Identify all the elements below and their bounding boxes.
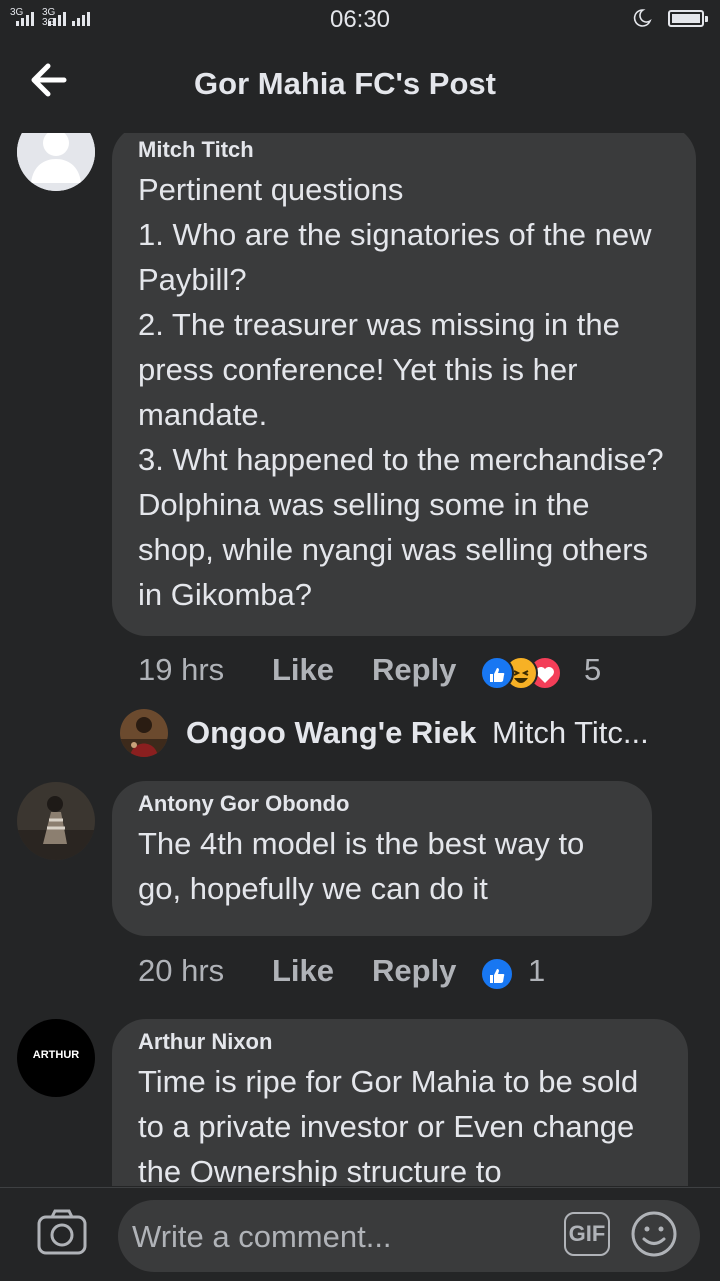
like-button[interactable]: Like xyxy=(272,949,334,993)
reaction-count: 1 xyxy=(528,953,546,988)
avatar[interactable] xyxy=(17,133,95,191)
reply-button[interactable]: Reply xyxy=(372,648,456,692)
photo-avatar-icon xyxy=(120,709,168,757)
reply-preview[interactable]: Ongoo Wang'e Riek Mitch Titc... xyxy=(120,709,680,759)
battery-icon xyxy=(668,10,708,27)
comments-feed[interactable]: Mitch Titch Pertinent questions 1. Who a… xyxy=(0,133,720,1186)
comment-text: Time is ripe for Gor Mahia to be sold to… xyxy=(138,1064,639,1186)
moon-icon xyxy=(633,9,652,27)
like-button[interactable]: Like xyxy=(272,648,334,692)
like-icon xyxy=(480,957,514,991)
comment-bubble[interactable]: Antony Gor Obondo The 4th model is the b… xyxy=(112,781,652,936)
reaction-count: 5 xyxy=(584,652,602,687)
reactions-summary[interactable] xyxy=(480,656,570,690)
avatar-text: ARTHUR xyxy=(32,1049,80,1061)
comment-time: 20 hrs xyxy=(138,953,225,988)
comment-text: The 4th model is the best way to go, hop… xyxy=(138,826,585,906)
reactions-summary[interactable] xyxy=(480,957,516,991)
gif-button[interactable]: GIF xyxy=(564,1212,610,1256)
comment-input[interactable] xyxy=(130,1200,554,1274)
photo-avatar-icon xyxy=(17,782,95,860)
avatar[interactable]: ARTHUR xyxy=(17,1019,95,1097)
comment-author[interactable]: Mitch Titch xyxy=(138,137,670,163)
reply-avatar[interactable] xyxy=(120,709,168,757)
comment-actions: 20 hrs Like Reply 1 xyxy=(138,949,698,993)
comment-author[interactable]: Arthur Nixon xyxy=(138,1029,662,1055)
camera-icon[interactable] xyxy=(36,1208,88,1258)
comment-actions: 19 hrs Like Reply 5 xyxy=(138,648,698,692)
reply-author[interactable]: Ongoo Wang'e Riek xyxy=(186,715,476,751)
default-avatar-icon xyxy=(17,133,95,191)
clock: 06:30 xyxy=(329,6,391,33)
status-bar: 3G 3G 3G 06:30 xyxy=(0,0,720,40)
comment-text: Pertinent questions 1. Who are the signa… xyxy=(138,172,664,612)
comment-input-container[interactable]: GIF xyxy=(118,1200,700,1274)
emoji-icon[interactable] xyxy=(630,1210,678,1258)
comment-bubble[interactable]: Arthur Nixon Time is ripe for Gor Mahia … xyxy=(112,1019,688,1186)
avatar[interactable] xyxy=(17,782,95,860)
comment-composer: GIF xyxy=(0,1187,720,1281)
reply-button[interactable]: Reply xyxy=(372,949,456,993)
comment-bubble[interactable]: Mitch Titch Pertinent questions 1. Who a… xyxy=(112,133,696,636)
reply-snippet: Mitch Titc... xyxy=(492,715,649,750)
like-icon xyxy=(480,656,514,690)
post-header: Gor Mahia FC's Post xyxy=(0,40,720,130)
page-title: Gor Mahia FC's Post xyxy=(194,66,496,101)
comment-time: 19 hrs xyxy=(138,652,225,687)
comment-author[interactable]: Antony Gor Obondo xyxy=(138,791,626,817)
